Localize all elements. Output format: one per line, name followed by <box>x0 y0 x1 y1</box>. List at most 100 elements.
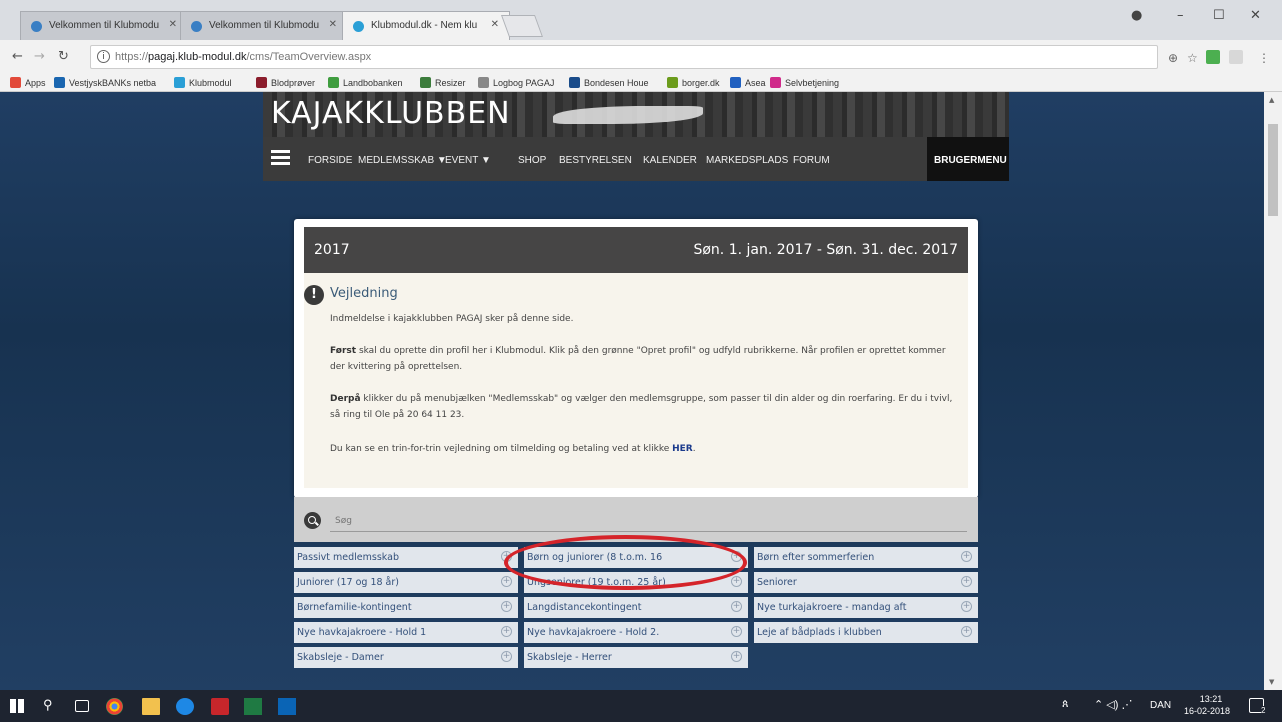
team-item[interactable]: Passivt medlemsskab + <box>294 547 518 568</box>
browser-tab-active[interactable]: Klubmodul.dk - Nem klu ✕ <box>342 11 510 40</box>
period-header: 2017 Søn. 1. jan. 2017 - Søn. 31. dec. 2… <box>304 227 968 273</box>
add-icon[interactable]: + <box>501 576 512 587</box>
bookmark-item[interactable]: Selvbetjening <box>770 77 839 88</box>
banner-image <box>553 106 703 124</box>
language-indicator[interactable]: DAN <box>1150 700 1171 711</box>
window-close-icon[interactable]: ✕ <box>1250 8 1261 23</box>
add-icon[interactable]: + <box>731 601 742 612</box>
address-bar[interactable]: i https://pagaj.klub-modul.dk/cms/TeamOv… <box>90 45 1158 69</box>
nav-item[interactable]: EVENT ▼ <box>445 155 491 166</box>
add-icon[interactable]: + <box>731 651 742 662</box>
excel-icon[interactable] <box>244 698 262 715</box>
bookmark-icon <box>328 77 339 88</box>
close-icon[interactable]: ✕ <box>491 19 499 30</box>
browser-tab[interactable]: Velkommen til Klubmodu ✕ <box>180 11 348 40</box>
scroll-thumb[interactable] <box>1268 124 1278 216</box>
team-item[interactable]: Langdistancekontingent + <box>524 597 748 618</box>
main-navigation: FORSIDE MEDLEMSSKAB ▼ EVENT ▼ SHOP BESTYRELS… <box>263 137 1009 181</box>
team-item[interactable]: Seniorer + <box>754 572 978 593</box>
add-icon[interactable]: + <box>731 626 742 637</box>
extension-icon[interactable] <box>1229 50 1243 64</box>
address-url[interactable]: https://pagaj.klub-modul.dk/cms/TeamOver… <box>115 51 371 63</box>
team-label: Børnefamilie-kontingent <box>297 602 412 613</box>
maximize-icon[interactable]: ☐ <box>1213 8 1225 23</box>
info-icon[interactable]: i <box>97 50 110 63</box>
nav-item[interactable]: KALENDER <box>643 155 697 166</box>
team-item[interactable]: Leje af bådplads i klubben + <box>754 622 978 643</box>
add-icon[interactable]: + <box>961 601 972 612</box>
nav-item[interactable]: BESTYRELSEN <box>559 155 632 166</box>
site-logo[interactable]: KAJAKKLUBBEN <box>271 96 511 131</box>
add-icon[interactable]: + <box>961 626 972 637</box>
bookmark-item[interactable]: Blodprøver <box>256 77 315 88</box>
highlight-circle <box>504 535 747 590</box>
add-icon[interactable]: + <box>501 601 512 612</box>
bookmark-item[interactable]: Landbobanken <box>328 77 403 88</box>
close-icon[interactable]: ✕ <box>329 19 337 30</box>
team-item[interactable]: Skabsleje - Herrer + <box>524 647 748 668</box>
bookmark-item[interactable]: Apps <box>10 77 46 88</box>
team-label: Børn efter sommerferien <box>757 552 875 563</box>
task-view-icon[interactable] <box>75 700 89 712</box>
clock-date[interactable]: 16-02-2018 <box>1184 706 1230 716</box>
add-icon[interactable]: + <box>961 576 972 587</box>
tray-icons[interactable]: ⌃ ◁) ⋰ <box>1094 698 1132 711</box>
team-item[interactable]: Skabsleje - Damer + <box>294 647 518 668</box>
add-icon[interactable]: + <box>501 651 512 662</box>
nav-item[interactable]: SHOP <box>518 155 546 166</box>
bookmark-icon <box>667 77 678 88</box>
hamburger-menu-icon[interactable] <box>271 150 290 165</box>
add-icon[interactable]: + <box>961 551 972 562</box>
profile-icon[interactable]: ● <box>1131 8 1142 23</box>
new-tab-button[interactable] <box>500 15 544 37</box>
guide-first: Først skal du oprette din profil her i K… <box>330 346 946 372</box>
back-icon[interactable]: ← <box>12 49 23 64</box>
browser-icon[interactable] <box>176 698 194 715</box>
mcafee-icon[interactable] <box>211 698 229 715</box>
team-item[interactable]: Nye turkajakroere - mandag aft + <box>754 597 978 618</box>
extension-icon[interactable] <box>1206 50 1220 64</box>
bookmark-item[interactable]: Logbog PAGAJ <box>478 77 554 88</box>
reload-icon[interactable]: ↻ <box>58 49 69 64</box>
forward-icon[interactable]: → <box>34 49 45 64</box>
nav-item[interactable]: MARKEDSPLADS <box>706 155 788 166</box>
guide-link[interactable]: HER <box>672 444 693 454</box>
search-input[interactable] <box>330 510 967 532</box>
bookmark-item[interactable]: Klubmodul <box>174 77 232 88</box>
minimize-icon[interactable]: – <box>1177 8 1184 23</box>
team-item[interactable]: Børnefamilie-kontingent + <box>294 597 518 618</box>
user-menu-button[interactable]: BRUGERMENU <box>927 137 1009 181</box>
bookmark-item[interactable]: Bondesen Houe <box>569 77 649 88</box>
close-icon[interactable]: ✕ <box>169 19 177 30</box>
star-icon[interactable]: ☆ <box>1187 51 1198 65</box>
windows-start-icon[interactable] <box>10 699 24 713</box>
team-item[interactable]: Juniorer (17 og 18 år) + <box>294 572 518 593</box>
scroll-down-icon[interactable]: ▼ <box>1269 678 1274 686</box>
search-icon[interactable] <box>304 512 321 529</box>
search-icon[interactable]: ⚲ <box>43 697 53 713</box>
file-explorer-icon[interactable] <box>142 698 160 715</box>
people-icon[interactable]: ጰ <box>1062 698 1069 711</box>
chrome-icon[interactable] <box>106 698 123 715</box>
scroll-up-icon[interactable]: ▲ <box>1269 96 1274 104</box>
outlook-icon[interactable] <box>278 698 296 715</box>
clock-time[interactable]: 13:21 <box>1196 694 1226 704</box>
team-item[interactable]: Børn efter sommerferien + <box>754 547 978 568</box>
bookmark-item[interactable]: VestjyskBANKs netba <box>54 77 156 88</box>
bookmark-label: Apps <box>25 78 46 88</box>
add-icon[interactable]: + <box>501 626 512 637</box>
bookmark-item[interactable]: borger.dk <box>667 77 720 88</box>
menu-kebab-icon[interactable]: ⋮ <box>1258 51 1270 65</box>
zoom-icon[interactable]: ⊕ <box>1168 51 1178 65</box>
bookmarks-bar: Apps VestjyskBANKs netba Klubmodul Blodprøv… <box>0 74 1282 92</box>
team-item[interactable]: Nye havkajakroere - Hold 2. + <box>524 622 748 643</box>
bookmark-item[interactable]: Resizer <box>420 77 466 88</box>
nav-item[interactable]: FORSIDE <box>308 155 352 166</box>
browser-tab[interactable]: Velkommen til Klubmodu ✕ <box>20 11 188 40</box>
nav-item[interactable]: MEDLEMSSKAB ▼ <box>358 155 447 166</box>
page-scrollbar[interactable]: ▲ ▼ <box>1264 92 1282 690</box>
bookmark-item[interactable]: Asea <box>730 77 766 88</box>
team-item[interactable]: Nye havkajakroere - Hold 1 + <box>294 622 518 643</box>
add-icon[interactable]: + <box>731 576 742 587</box>
nav-item[interactable]: FORUM <box>793 155 830 166</box>
